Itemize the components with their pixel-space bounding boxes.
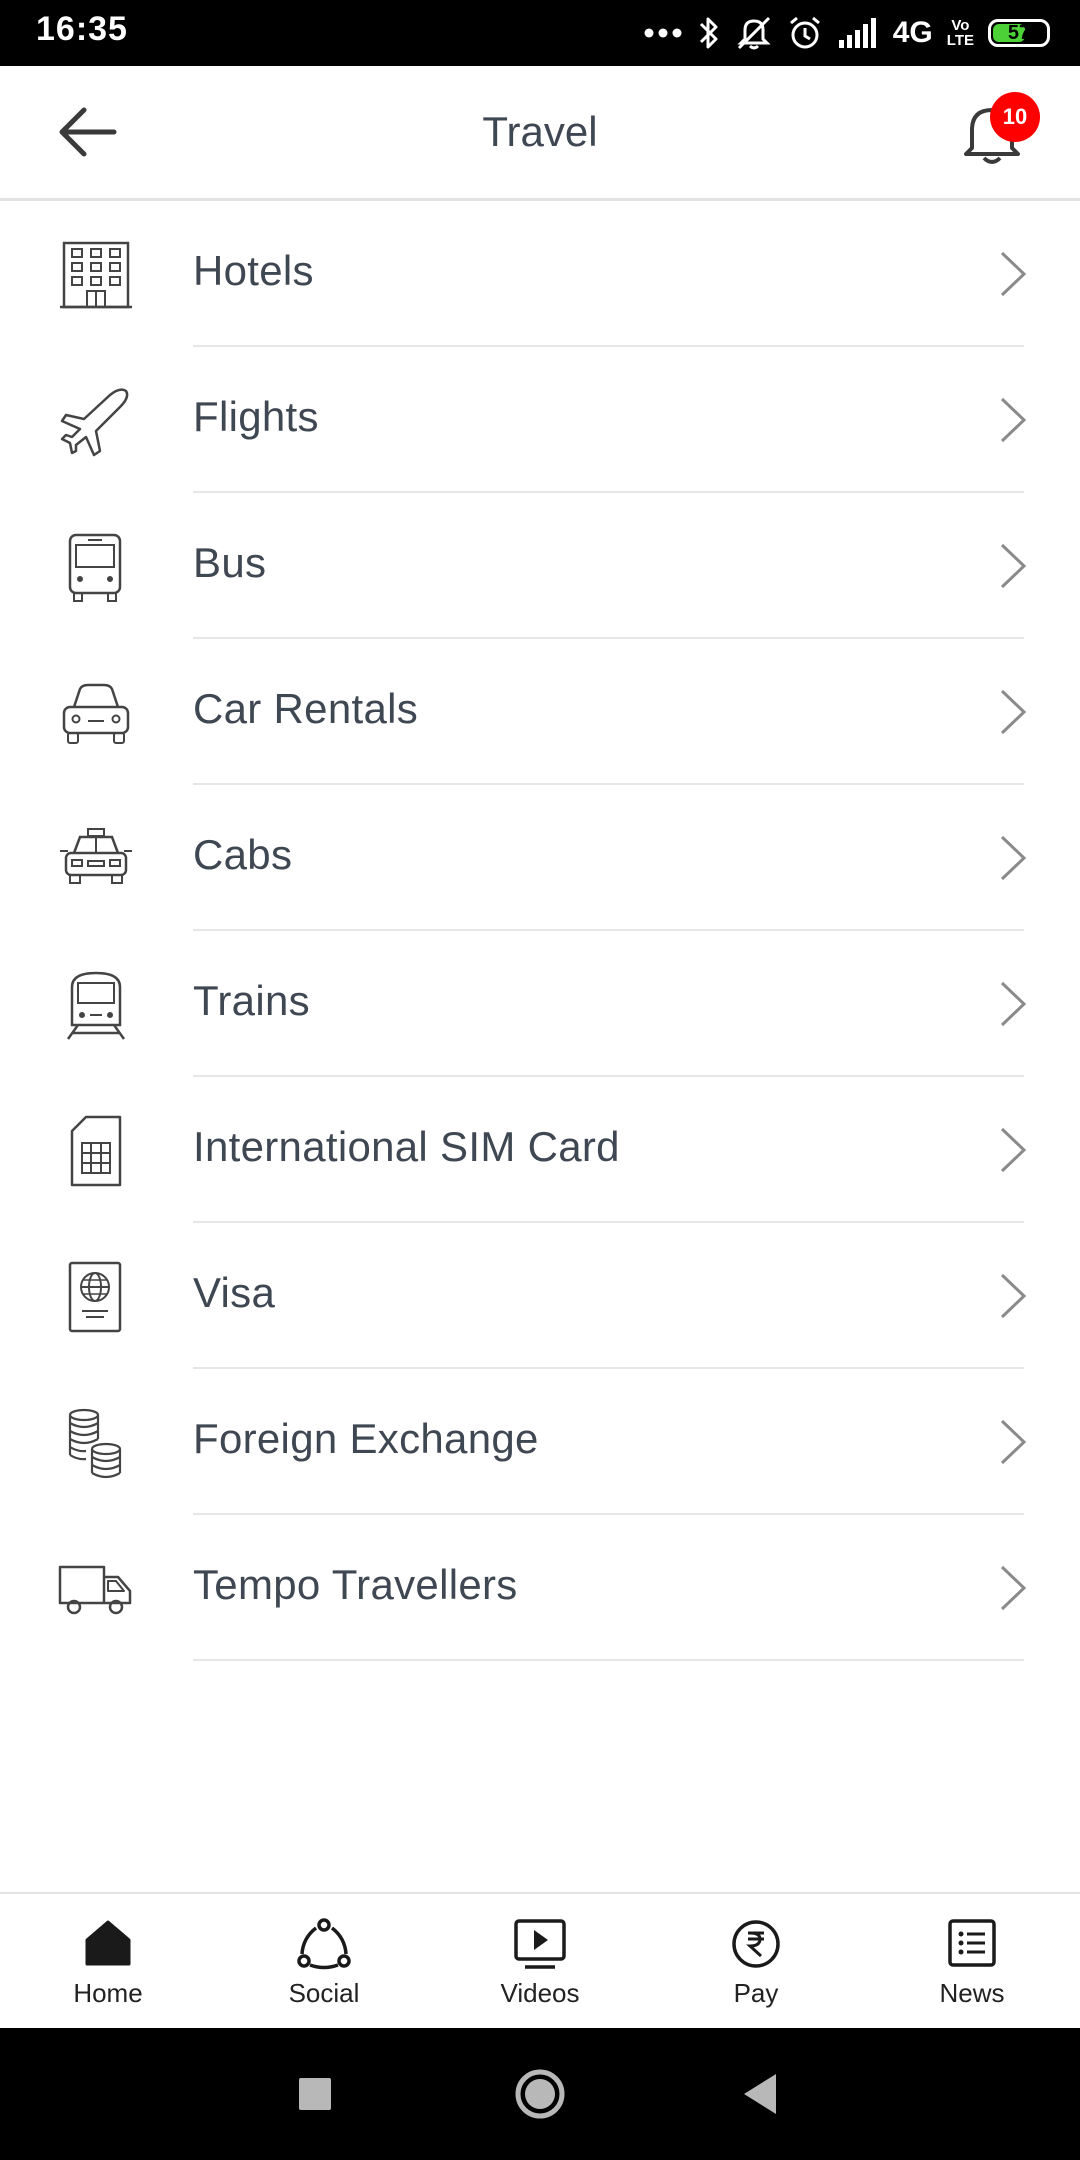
list-item-label: Trains [193,977,310,1024]
list-item-label: Bus [193,539,267,586]
home-circle-button[interactable] [514,2068,566,2120]
travel-menu-list: Hotels Flights Bus Car Rentals Cabs Trai… [0,201,1080,1661]
list-item-label: Tempo Travellers [193,1561,518,1608]
alarm-icon [789,16,820,49]
nav-label: Home [73,1978,143,2008]
volte-indicator: Vo LTE [947,18,974,48]
chevron-right-icon [1000,1273,1027,1319]
more-dots-icon [644,28,682,38]
mute-icon [737,16,771,50]
status-icons: 4G Vo LTE 57 [643,12,1050,54]
chevron-right-icon [1000,689,1027,735]
status-bar: 16:35 4G Vo LTE 57 [0,0,1080,66]
network-type: 4G [892,16,933,49]
list-item-label: Cabs [193,831,293,878]
list-item-hotels[interactable]: Hotels [0,201,1080,347]
list-item-foreign-exchange[interactable]: Foreign Exchange [0,1369,1080,1515]
bluetooth-icon [699,17,718,49]
volte-top: Vo [951,17,970,34]
page-title: Travel [482,108,598,155]
nav-label: Videos [500,1978,580,2008]
taxi-icon [60,828,132,884]
sim-card-icon [70,1115,122,1187]
divider [193,1659,1024,1661]
battery-level: 57 [1007,21,1031,44]
nav-label: News [939,1978,1005,2008]
list-item-cabs[interactable]: Cabs [0,785,1080,931]
chevron-right-icon [1000,251,1027,297]
chevron-right-icon [1000,1419,1027,1465]
chevron-right-icon [1000,1565,1027,1611]
system-nav-bar [0,2028,1080,2160]
list-item-label: Hotels [193,247,314,294]
volte-bottom: LTE [946,32,974,49]
rupee-icon [732,1920,780,1968]
list-item-bus[interactable]: Bus [0,493,1080,639]
app-header: Travel 10 [0,66,1080,201]
chevron-right-icon [1000,543,1027,589]
list-item-label: International SIM Card [193,1123,620,1170]
coins-icon [68,1408,122,1479]
nav-social[interactable]: Social [216,1894,432,2030]
list-item-label: Foreign Exchange [193,1415,539,1462]
signal-icon [838,18,876,48]
list-item-trains[interactable]: Trains [0,931,1080,1077]
nav-pay[interactable]: Pay [648,1894,864,2030]
chevron-right-icon [1000,1127,1027,1173]
recents-button[interactable] [299,2078,331,2110]
airplane-icon [60,388,129,457]
list-item-car-rentals[interactable]: Car Rentals [0,639,1080,785]
battery-icon: 57 [988,19,1050,47]
home-icon [85,1920,131,1966]
list-item-label: Car Rentals [193,685,419,732]
news-list-icon [948,1919,996,1967]
chevron-right-icon [1000,981,1027,1027]
list-item-international-sim-card[interactable]: International SIM Card [0,1077,1080,1223]
list-item-visa[interactable]: Visa [0,1223,1080,1369]
nav-videos[interactable]: Videos [432,1894,648,2030]
list-item-label: Visa [193,1269,276,1316]
chevron-right-icon [1000,397,1027,443]
list-item-label: Flights [193,393,319,440]
van-icon [58,1565,132,1615]
chevron-right-icon [1000,835,1027,881]
nav-news[interactable]: News [864,1894,1080,2030]
status-time: 16:35 [36,10,128,48]
nav-label: Pay [733,1978,779,2008]
passport-icon [68,1261,122,1333]
hotel-building-icon [60,241,132,309]
bus-icon [68,533,122,602]
bottom-nav: Home Social Videos Pay News [0,1892,1080,2030]
nav-label: Social [288,1978,360,2008]
nav-home[interactable]: Home [0,1894,216,2030]
list-item-flights[interactable]: Flights [0,347,1080,493]
list-item-tempo-travellers[interactable]: Tempo Travellers [0,1515,1080,1661]
car-icon [62,683,130,744]
notification-badge: 10 [990,92,1040,142]
video-play-icon [514,1919,566,1969]
back-triangle-button[interactable] [742,2072,778,2116]
train-icon [66,971,126,1040]
social-share-icon [297,1918,351,1970]
